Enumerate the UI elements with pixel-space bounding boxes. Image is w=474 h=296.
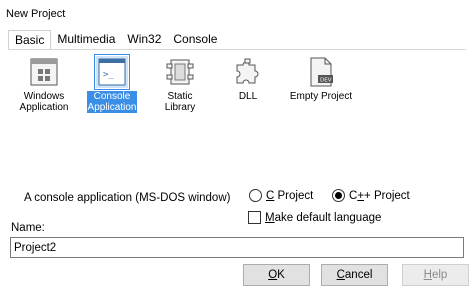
template-label: Empty Project <box>289 91 353 102</box>
console-icon: >_ <box>94 54 130 90</box>
puzzle-icon <box>236 58 259 84</box>
radio-label: C++ Project <box>349 189 410 202</box>
empty-project-icon: DEV <box>310 57 333 87</box>
cancel-button[interactable]: Cancel <box>321 264 388 286</box>
make-default-language-checkbox[interactable]: Make default language <box>248 211 381 224</box>
svg-text:>_: >_ <box>103 70 114 80</box>
tab-console[interactable]: Console <box>167 30 223 50</box>
radio-circle[interactable] <box>332 189 345 202</box>
tab-basic[interactable]: Basic <box>8 30 52 50</box>
tab-bar: Basic Multimedia Win32 Console <box>8 30 223 50</box>
template-empty-project[interactable]: DEV Empty Project <box>288 52 354 102</box>
template-label: Windows Application <box>19 91 69 113</box>
project-name-input[interactable] <box>10 237 464 258</box>
template-console-application[interactable]: >_ Console Application <box>82 52 142 113</box>
static-library-icon <box>166 59 194 85</box>
radio-circle[interactable] <box>249 189 262 202</box>
name-label: Name: <box>11 222 45 234</box>
template-dll[interactable]: DLL <box>218 52 278 102</box>
radio-cpp-project[interactable]: C++ Project <box>332 189 410 202</box>
template-windows-application[interactable]: Windows Application <box>14 52 74 113</box>
ok-button[interactable]: OK <box>243 264 310 286</box>
tab-multimedia[interactable]: Multimedia <box>51 30 121 50</box>
help-button[interactable]: Help <box>402 264 469 286</box>
template-list: Windows Application >_ Console Application… <box>0 52 474 122</box>
checkbox-label: Make default language <box>265 211 382 224</box>
window-icon <box>30 58 58 86</box>
template-description: A console application (MS-DOS window) <box>24 192 231 204</box>
checkbox-box[interactable] <box>248 211 261 224</box>
radio-c-project[interactable]: C Project <box>249 189 313 202</box>
template-static-library[interactable]: Static Library <box>150 52 210 113</box>
tab-win32[interactable]: Win32 <box>121 30 167 50</box>
svg-text:DEV: DEV <box>320 78 332 84</box>
window-title: New Project <box>6 8 66 20</box>
tab-divider <box>8 49 466 50</box>
radio-label: C Project <box>266 189 314 202</box>
template-label: Console Application <box>86 91 138 113</box>
template-label: DLL <box>238 91 258 102</box>
title-bar: New Project <box>0 0 474 28</box>
template-label: Static Library <box>164 91 196 113</box>
